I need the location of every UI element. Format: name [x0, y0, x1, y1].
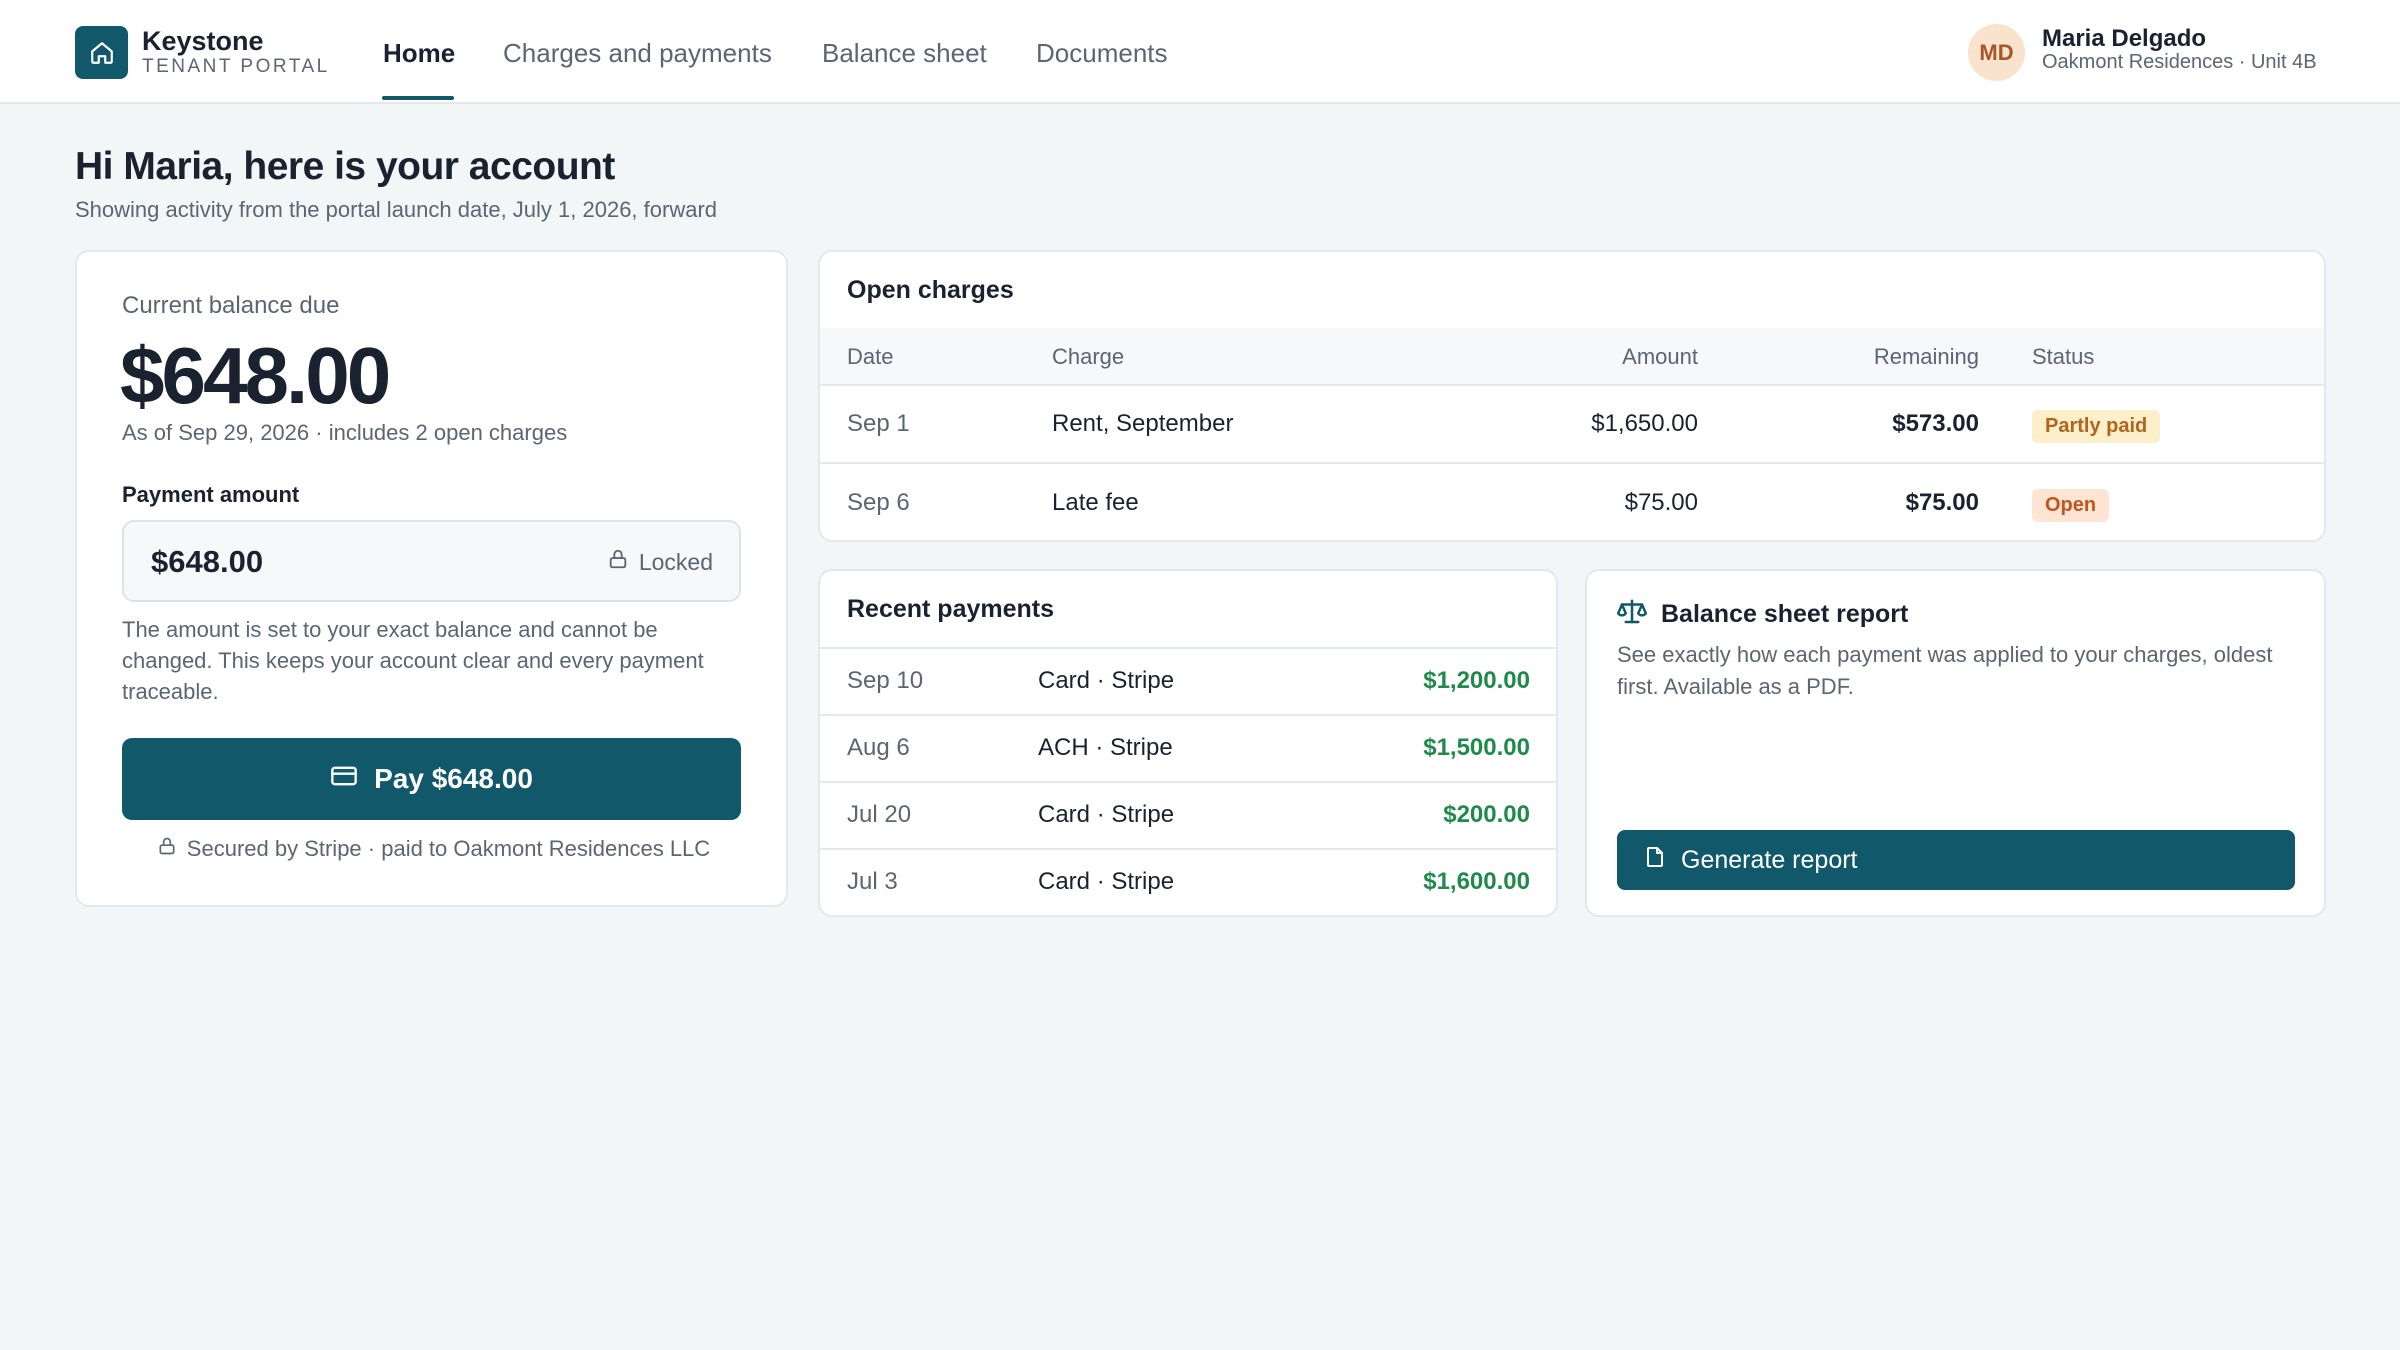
payment-amount: $1,500.00	[1423, 734, 1530, 761]
charge-amount: $75.00	[1624, 489, 1698, 516]
locked-indicator: Locked	[607, 548, 713, 576]
column-header-date: Date	[847, 344, 894, 369]
home-icon[interactable]	[75, 26, 128, 79]
column-header-amount: Amount	[1622, 344, 1698, 369]
tab-home[interactable]: Home	[383, 38, 455, 69]
document-icon	[1643, 845, 1667, 876]
charge-remaining: $75.00	[1905, 489, 1979, 516]
table-header: Date Charge Amount Remaining Status	[820, 328, 2324, 386]
payment-method: Card · Stripe	[1038, 667, 1175, 694]
locked-label: Locked	[638, 548, 713, 575]
tab-charges-and-payments[interactable]: Charges and payments	[503, 38, 772, 69]
secured-label: Secured by Stripe · paid to Oakmont Resi…	[186, 836, 711, 861]
payment-date: Jul 20	[847, 801, 912, 828]
page-subtitle: Showing activity from the portal launch …	[75, 197, 718, 222]
brand-subtitle: TENANT PORTAL	[142, 56, 330, 77]
balance-as-of: As of Sep 29, 2026 · includes 2 open cha…	[122, 420, 568, 445]
column-header-status: Status	[2032, 344, 2095, 369]
lock-icon	[607, 548, 629, 576]
user-name: Maria Delgado	[2042, 25, 2207, 52]
avatar[interactable]: MD	[1968, 24, 2025, 81]
payment-amount: $1,200.00	[1423, 667, 1530, 694]
payment-amount-value: $648.00	[151, 544, 264, 579]
credit-card-icon	[330, 762, 358, 797]
recent-payments-title: Recent payments	[847, 595, 1055, 623]
payment-date: Sep 10	[847, 667, 924, 694]
user-property: Oakmont Residences · Unit 4B	[2042, 51, 2317, 73]
report-header: Balance sheet report	[1617, 597, 1908, 632]
payment-date: Jul 3	[847, 868, 898, 895]
payment-note: The amount is set to your exact balance …	[122, 617, 704, 704]
balance-sheet-report-card: Balance sheet report See exactly how eac…	[1585, 569, 2326, 917]
payment-amount-label: Payment amount	[122, 482, 300, 507]
column-header-remaining: Remaining	[1873, 344, 1979, 369]
payment-amount: $1,600.00	[1423, 868, 1530, 895]
list-item[interactable]: Sep 10 Card · Stripe $1,200.00	[820, 647, 1556, 714]
brand-name: Keystone	[142, 26, 264, 56]
table-row[interactable]: Sep 1 Rent, September $1,650.00 $573.00 …	[820, 386, 2324, 464]
page-title: Hi Maria, here is your account	[75, 145, 615, 188]
charge-date: Sep 6	[847, 489, 910, 516]
list-item[interactable]: Aug 6 ACH · Stripe $1,500.00	[820, 714, 1556, 781]
balance-amount: $648.00	[120, 331, 391, 420]
generate-report-button[interactable]: Generate report	[1617, 830, 2295, 890]
payment-method: Card · Stripe	[1038, 801, 1175, 828]
tab-balance-sheet[interactable]: Balance sheet	[822, 38, 987, 69]
payment-amount: $200.00	[1443, 801, 1530, 828]
secured-note: Secured by Stripe · paid to Oakmont Resi…	[77, 836, 786, 862]
payment-method: Card · Stripe	[1038, 868, 1175, 895]
report-description: See exactly how each payment was applied…	[1617, 642, 2273, 699]
active-tab-indicator	[382, 96, 454, 100]
charge-remaining: $573.00	[1892, 410, 1979, 437]
list-item[interactable]: Jul 20 Card · Stripe $200.00	[820, 781, 1556, 848]
status-badge: Open	[2032, 489, 2110, 522]
balance-card: Current balance due $648.00 As of Sep 29…	[75, 250, 788, 907]
tab-documents[interactable]: Documents	[1036, 38, 1168, 69]
charge-name: Rent, September	[1052, 410, 1234, 437]
scale-icon	[1617, 597, 1647, 632]
payment-method: ACH · Stripe	[1038, 734, 1173, 761]
lock-icon	[157, 836, 177, 862]
payment-amount-field: $648.00 Locked	[122, 520, 741, 602]
generate-report-label: Generate report	[1681, 845, 1858, 874]
open-charges-title: Open charges	[847, 276, 1014, 304]
charge-name: Late fee	[1052, 489, 1139, 516]
pay-button-label: Pay $648.00	[374, 763, 533, 794]
table-row[interactable]: Sep 6 Late fee $75.00 $75.00 Open	[820, 465, 2324, 540]
status-badge: Partly paid	[2032, 410, 2161, 443]
recent-payments-card: Recent payments Sep 10 Card · Stripe $1,…	[818, 569, 1558, 917]
pay-button[interactable]: Pay $648.00	[122, 738, 741, 820]
open-charges-card: Open charges Date Charge Amount Remainin…	[818, 250, 2326, 542]
payment-date: Aug 6	[847, 734, 910, 761]
charge-amount: $1,650.00	[1591, 410, 1698, 437]
balance-label: Current balance due	[122, 292, 340, 319]
top-navigation-bar: Keystone TENANT PORTAL Home Charges and …	[0, 0, 2400, 104]
column-header-charge: Charge	[1052, 344, 1125, 369]
list-item[interactable]: Jul 3 Card · Stripe $1,600.00	[820, 848, 1556, 915]
charge-date: Sep 1	[847, 410, 910, 437]
report-title: Balance sheet report	[1661, 600, 1909, 628]
